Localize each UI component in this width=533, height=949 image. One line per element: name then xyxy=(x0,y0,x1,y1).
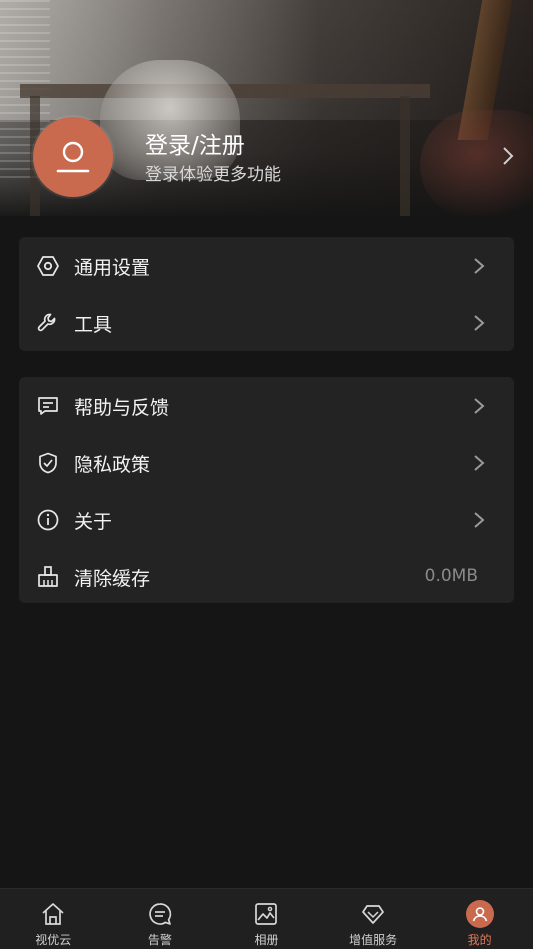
tab-album[interactable]: 相册 xyxy=(213,889,320,949)
tab-label: 相册 xyxy=(254,933,279,947)
menu-item-clear-cache[interactable]: 清除缓存 0.0MB xyxy=(19,548,514,605)
cache-size-value: 0.0MB xyxy=(424,566,478,586)
tab-mine[interactable]: 我的 xyxy=(426,889,533,949)
header-background-wall xyxy=(0,0,533,120)
menu-item-label: 工具 xyxy=(74,314,113,336)
info-icon xyxy=(36,508,60,532)
shield-check-icon xyxy=(36,451,60,475)
avatar[interactable] xyxy=(33,117,113,197)
support-card: 帮助与反馈 隐私政策 关于 清除缓存 0.0MB xyxy=(19,377,514,603)
menu-item-label: 清除缓存 xyxy=(74,568,151,590)
menu-item-tools[interactable]: 工具 xyxy=(19,294,514,351)
chevron-right-icon[interactable] xyxy=(498,144,518,168)
tab-alerts[interactable]: 告警 xyxy=(107,889,214,949)
album-icon xyxy=(252,900,280,928)
login-subtitle: 登录体验更多功能 xyxy=(145,165,281,185)
home-icon xyxy=(39,900,67,928)
chevron-right-icon xyxy=(474,315,485,331)
login-register-title[interactable]: 登录/注册 xyxy=(145,126,245,160)
menu-item-general-settings[interactable]: 通用设置 xyxy=(19,237,514,294)
chevron-right-icon xyxy=(474,398,485,414)
header-background-desk-leg xyxy=(400,96,410,216)
broom-icon xyxy=(36,565,60,589)
menu-item-label: 帮助与反馈 xyxy=(74,397,170,419)
tab-label: 告警 xyxy=(147,933,172,947)
wrench-icon xyxy=(36,311,60,335)
menu-item-about[interactable]: 关于 xyxy=(19,491,514,548)
alert-chat-icon xyxy=(146,900,174,928)
tab-home[interactable]: 视优云 xyxy=(0,889,107,949)
menu-item-label: 隐私政策 xyxy=(74,454,151,476)
settings-hexagon-icon xyxy=(36,254,60,278)
menu-item-label: 关于 xyxy=(74,511,113,533)
tab-label: 增值服务 xyxy=(349,933,398,947)
diamond-icon xyxy=(359,900,387,928)
user-icon xyxy=(56,141,90,173)
bottom-tab-bar: 视优云 告警 相册 增值服务 我的 xyxy=(0,888,533,949)
menu-item-privacy-policy[interactable]: 隐私政策 xyxy=(19,434,514,491)
tab-label: 视优云 xyxy=(35,933,72,947)
tab-label: 我的 xyxy=(467,933,492,947)
feedback-icon xyxy=(36,394,60,418)
tab-value-added-services[interactable]: 增值服务 xyxy=(320,889,427,949)
menu-item-label: 通用设置 xyxy=(74,257,151,279)
profile-header[interactable]: 登录/注册 登录体验更多功能 xyxy=(0,0,533,216)
chevron-right-icon xyxy=(474,455,485,471)
chevron-right-icon xyxy=(474,512,485,528)
menu-item-help-feedback[interactable]: 帮助与反馈 xyxy=(19,377,514,434)
settings-card: 通用设置 工具 xyxy=(19,237,514,351)
chevron-right-icon xyxy=(474,258,485,274)
profile-icon xyxy=(465,900,494,928)
